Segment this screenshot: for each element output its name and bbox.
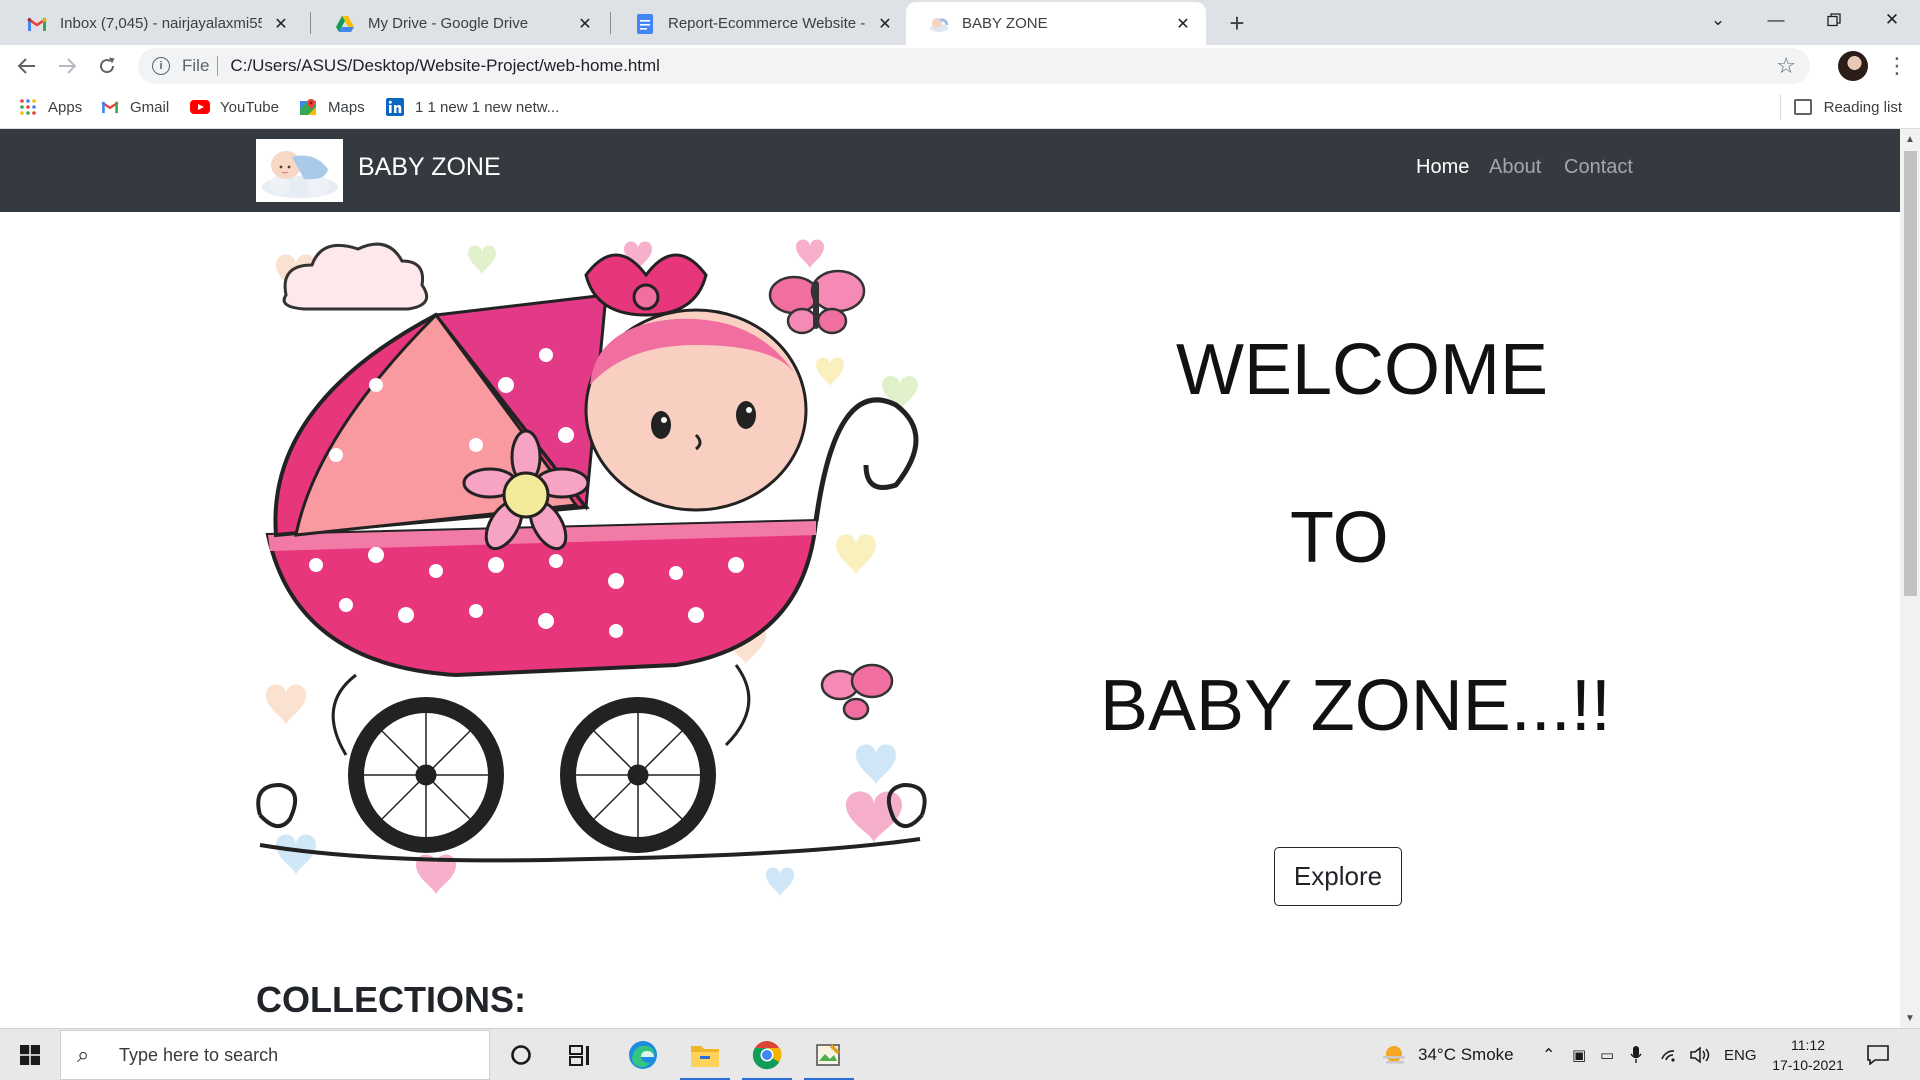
tab-report-docs[interactable]: Report-Ecommerce Website - Go ✕ xyxy=(612,2,908,45)
browser-toolbar: i File C:/Users/ASUS/Desktop/Website-Pro… xyxy=(0,45,1920,86)
tab-separator xyxy=(310,12,311,34)
bookmark-youtube[interactable]: YouTube xyxy=(190,94,279,120)
display-icon[interactable]: ▭ xyxy=(1600,1029,1614,1080)
tab-title: BABY ZONE xyxy=(962,15,1048,32)
language-indicator[interactable]: ENG xyxy=(1724,1029,1757,1080)
scheme-label: File xyxy=(182,56,210,75)
restore-button[interactable] xyxy=(1806,0,1862,40)
bookmark-maps[interactable]: Maps xyxy=(298,94,365,120)
weather-text: 34°C Smoke xyxy=(1418,1045,1514,1064)
url-text[interactable]: C:/Users/ASUS/Desktop/Website-Project/we… xyxy=(230,56,660,76)
site-navbar: BABY ZONE Home About Contact xyxy=(0,129,1900,212)
bookmark-star-icon[interactable]: ☆ xyxy=(1776,53,1796,79)
reading-list-icon xyxy=(1793,99,1812,115)
reading-list-label: Reading list xyxy=(1823,98,1902,116)
gmail-icon xyxy=(100,97,120,117)
close-icon[interactable]: ✕ xyxy=(874,13,896,35)
bookmark-gmail[interactable]: Gmail xyxy=(100,94,169,120)
cortana-icon[interactable] xyxy=(492,1029,550,1080)
system-clock[interactable]: 11:12 17-10-2021 xyxy=(1762,1035,1854,1075)
browser-menu-icon[interactable]: ⋮ xyxy=(1882,49,1912,83)
new-tab-button[interactable]: + xyxy=(1220,6,1254,40)
volume-icon[interactable] xyxy=(1690,1029,1712,1080)
clock-time: 11:12 xyxy=(1791,1037,1825,1053)
welcome-to-heading: TO xyxy=(1290,498,1389,578)
welcome-brand-heading: BABY ZONE...!! xyxy=(1100,666,1611,746)
page-viewport: BABY ZONE Home About Contact WELCOME TO … xyxy=(0,129,1900,1028)
nav-about-link[interactable]: About xyxy=(1489,156,1541,179)
notifications-icon[interactable] xyxy=(1862,1039,1894,1071)
info-icon[interactable]: i xyxy=(152,57,170,75)
gmail-icon xyxy=(26,13,48,35)
clock-date: 17-10-2021 xyxy=(1772,1057,1844,1073)
tab-google-drive[interactable]: My Drive - Google Drive ✕ xyxy=(312,2,608,45)
wifi-icon[interactable] xyxy=(1660,1029,1680,1080)
show-hidden-icons-chevron-icon[interactable]: ⌃ xyxy=(1542,1029,1555,1080)
brand-name[interactable]: BABY ZONE xyxy=(358,153,501,182)
bookmark-label: Maps xyxy=(328,98,365,116)
profile-avatar[interactable] xyxy=(1838,51,1868,81)
scroll-down-arrow-icon[interactable]: ▼ xyxy=(1900,1010,1920,1026)
welcome-heading: WELCOME xyxy=(1176,330,1549,410)
tab-title: My Drive - Google Drive xyxy=(368,15,529,32)
address-bar[interactable]: i File C:/Users/ASUS/Desktop/Website-Pro… xyxy=(138,48,1810,84)
forward-button[interactable] xyxy=(50,49,84,83)
reading-list-button[interactable]: Reading list xyxy=(1793,94,1902,120)
scroll-up-arrow-icon[interactable]: ▲ xyxy=(1900,131,1920,147)
page-scrollbar[interactable]: ▲ ▼ xyxy=(1900,129,1920,1028)
youtube-icon xyxy=(190,97,210,117)
scroll-thumb[interactable] xyxy=(1904,151,1917,596)
tab-gmail[interactable]: Inbox (7,045) - nairjayalaxmi55@ ✕ xyxy=(4,2,304,45)
collections-heading: COLLECTIONS: xyxy=(256,979,526,1020)
google-docs-icon xyxy=(634,13,656,35)
file-explorer-icon[interactable] xyxy=(676,1029,734,1080)
edge-browser-icon[interactable] xyxy=(614,1029,672,1080)
chrome-icon[interactable] xyxy=(738,1029,796,1080)
brand-logo[interactable] xyxy=(256,139,343,202)
tab-title: Report-Ecommerce Website - Go xyxy=(668,15,866,32)
taskbar-search-input[interactable]: ⌕ Type here to search xyxy=(60,1030,490,1080)
divider xyxy=(1780,94,1781,120)
maps-icon xyxy=(298,97,318,117)
linkedin-icon xyxy=(385,97,405,117)
reload-button[interactable] xyxy=(90,49,124,83)
weather-haze-icon xyxy=(1383,1046,1405,1064)
weather-widget[interactable]: 34°C Smoke xyxy=(1380,1029,1514,1080)
windows-taskbar: ⌕ Type here to search 34°C Smoke ⌃ ▣ ▭ E… xyxy=(0,1028,1920,1080)
tab-search-chevron-icon[interactable]: ⌄ xyxy=(1690,0,1746,40)
back-button[interactable] xyxy=(10,49,44,83)
search-placeholder: Type here to search xyxy=(119,1044,279,1065)
meet-now-icon[interactable]: ▣ xyxy=(1572,1029,1586,1080)
microphone-icon[interactable] xyxy=(1630,1029,1642,1080)
windows-start-button[interactable] xyxy=(0,1029,60,1080)
windows-logo-icon xyxy=(20,1045,40,1065)
google-drive-icon xyxy=(334,13,356,35)
bookmark-linkedin[interactable]: 1 1 new 1 new netw... xyxy=(385,94,559,120)
divider xyxy=(217,56,219,76)
tab-baby-zone[interactable]: BABY ZONE ✕ xyxy=(906,2,1206,45)
bookmark-label: Apps xyxy=(48,98,83,116)
bookmark-label: YouTube xyxy=(220,98,279,116)
explore-button[interactable]: Explore xyxy=(1274,847,1402,906)
tab-title: Inbox (7,045) - nairjayalaxmi55@ xyxy=(60,15,262,32)
bookmark-apps[interactable]: Apps xyxy=(18,94,82,120)
bookmark-label: 1 1 new 1 new netw... xyxy=(415,98,560,116)
close-icon[interactable]: ✕ xyxy=(270,13,292,35)
tab-strip: Inbox (7,045) - nairjayalaxmi55@ ✕ My Dr… xyxy=(0,0,1920,45)
tab-separator xyxy=(610,12,611,34)
bookmarks-bar: Apps Gmail YouTube Maps 1 1 new 1 new ne… xyxy=(0,86,1920,129)
close-icon[interactable]: ✕ xyxy=(1172,13,1194,35)
close-icon[interactable]: ✕ xyxy=(574,13,596,35)
bookmark-label: Gmail xyxy=(130,98,170,116)
nav-contact-link[interactable]: Contact xyxy=(1564,156,1633,179)
minimize-button[interactable]: — xyxy=(1748,0,1804,40)
image-editor-icon[interactable] xyxy=(800,1029,858,1080)
baby-favicon xyxy=(928,13,950,35)
baby-pram-illustration xyxy=(256,235,936,905)
nav-home-link[interactable]: Home xyxy=(1416,156,1469,179)
task-view-icon[interactable] xyxy=(552,1029,610,1080)
apps-grid-icon xyxy=(18,97,38,117)
close-window-button[interactable]: ✕ xyxy=(1864,0,1920,40)
search-icon: ⌕ xyxy=(77,1042,90,1067)
